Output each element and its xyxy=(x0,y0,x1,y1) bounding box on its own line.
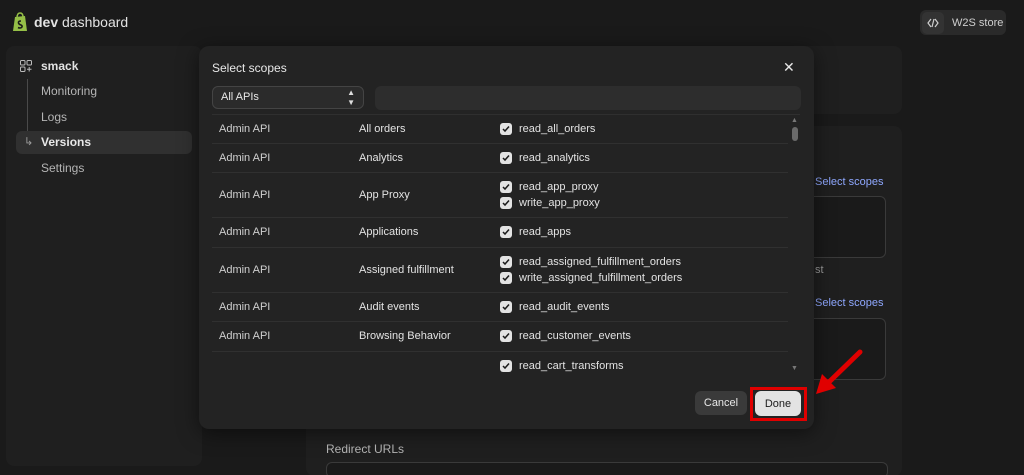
scope-label: read_app_proxy xyxy=(519,181,599,193)
sidebar: smack Monitoring Logs ↳ Versions Setting… xyxy=(6,46,202,466)
scroll-up-icon[interactable]: ▲ xyxy=(791,117,798,124)
scroll-down-icon[interactable]: ▼ xyxy=(791,365,798,372)
select-scopes-link[interactable]: Select scopes xyxy=(815,176,883,188)
api-cell: Admin API xyxy=(219,264,271,276)
done-button[interactable]: Done xyxy=(755,391,801,416)
checkmark-icon xyxy=(500,123,512,135)
scope-label: read_audit_events xyxy=(519,301,610,313)
sidebar-item-logs[interactable]: Logs xyxy=(41,110,67,124)
scope-label: read_cart_transforms xyxy=(519,360,624,372)
scope-checkbox[interactable]: read_all_orders xyxy=(500,123,595,135)
resource-cell: App Proxy xyxy=(359,189,410,201)
sidebar-item-monitoring[interactable]: Monitoring xyxy=(41,84,97,98)
checkmark-icon xyxy=(500,360,512,372)
scopes-list[interactable]: Admin API All orders read_all_orders Adm… xyxy=(212,114,800,376)
resource-cell: Audit events xyxy=(359,301,420,313)
resource-cell: Applications xyxy=(359,226,419,238)
app-title: dev dashboard xyxy=(34,14,129,30)
api-cell: Admin API xyxy=(219,330,271,342)
api-cell: Admin API xyxy=(219,152,271,164)
checkmark-icon xyxy=(500,256,512,268)
table-row: Admin API Applications read_apps xyxy=(212,218,788,248)
api-cell: Admin API xyxy=(219,123,271,135)
sidebar-app[interactable]: smack xyxy=(20,59,78,73)
scrollbar[interactable]: ▲ ▼ xyxy=(789,115,800,376)
api-cell: Admin API xyxy=(219,301,271,313)
resource-cell: Assigned fulfillment xyxy=(359,264,454,276)
branch-arrow-icon: ↳ xyxy=(24,136,34,148)
checkmark-icon xyxy=(500,272,512,284)
table-row: Admin API Audit events read_audit_events xyxy=(212,293,788,322)
scope-label: read_analytics xyxy=(519,152,590,164)
cancel-button[interactable]: Cancel xyxy=(695,391,747,415)
scope-label: write_app_proxy xyxy=(519,197,600,209)
red-arrow-icon xyxy=(816,349,863,394)
resource-cell: All orders xyxy=(359,123,406,135)
table-row: Admin API App Proxy read_app_proxy write… xyxy=(212,173,788,218)
scope-label: read_all_orders xyxy=(519,123,596,135)
table-row: Admin API Assigned fulfillment read_assi… xyxy=(212,248,788,293)
table-row: read_cart_transforms xyxy=(212,352,788,376)
redirect-urls-input[interactable] xyxy=(326,462,888,475)
code-icon xyxy=(922,11,944,34)
scope-checkbox[interactable]: write_assigned_fulfillment_orders xyxy=(500,272,682,284)
api-filter-value: All APIs xyxy=(221,91,259,103)
table-row: Admin API All orders read_all_orders xyxy=(212,115,788,144)
checkmark-icon xyxy=(500,152,512,164)
redirect-urls-label: Redirect URLs xyxy=(326,442,405,456)
checkmark-icon xyxy=(500,197,512,209)
modal-title: Select scopes xyxy=(212,61,287,75)
scope-label: read_assigned_fulfillment_orders xyxy=(519,256,682,268)
select-arrows-icon: ▲ ▼ xyxy=(347,88,355,107)
api-cell: Admin API xyxy=(219,226,271,238)
api-filter-select[interactable]: All APIs ▲ ▼ xyxy=(212,86,364,109)
scope-search-input[interactable] xyxy=(375,86,801,110)
shopify-bag-icon xyxy=(13,12,27,31)
checkmark-icon xyxy=(500,301,512,313)
scrollbar-thumb[interactable] xyxy=(792,127,798,141)
checkmark-icon xyxy=(500,330,512,342)
select-scopes-link[interactable]: Select scopes xyxy=(815,297,883,309)
store-button-label: W2S store xyxy=(952,16,1004,29)
sidebar-item-versions[interactable]: Versions xyxy=(41,135,91,149)
checkmark-icon xyxy=(500,181,512,193)
scope-checkbox[interactable]: write_app_proxy xyxy=(500,197,600,209)
scope-label: write_assigned_fulfillment_orders xyxy=(519,272,683,284)
close-icon[interactable]: ✕ xyxy=(783,60,795,74)
helper-text: st xyxy=(815,264,824,276)
table-row: Admin API Browsing Behavior read_custome… xyxy=(212,322,788,352)
top-bar: dev dashboard W2S store xyxy=(0,0,1024,44)
checkmark-icon xyxy=(500,226,512,238)
scope-checkbox[interactable]: read_apps xyxy=(500,226,571,238)
table-row: Admin API Analytics read_analytics xyxy=(212,144,788,173)
scope-checkbox[interactable]: read_assigned_fulfillment_orders xyxy=(500,256,681,268)
resource-cell: Analytics xyxy=(359,152,404,164)
api-cell: Admin API xyxy=(219,189,271,201)
scope-checkbox[interactable]: read_app_proxy xyxy=(500,181,599,193)
scope-checkbox[interactable]: read_customer_events xyxy=(500,330,631,342)
scopes-textarea[interactable] xyxy=(814,196,886,258)
scope-label: read_apps xyxy=(519,226,571,238)
resource-cell: Browsing Behavior xyxy=(359,330,451,342)
store-button[interactable]: W2S store xyxy=(920,10,1006,35)
scope-label: read_customer_events xyxy=(519,330,631,342)
scope-checkbox[interactable]: read_audit_events xyxy=(500,301,610,313)
apps-icon xyxy=(20,60,32,72)
scope-checkbox[interactable]: read_analytics xyxy=(500,152,590,164)
select-scopes-modal: Select scopes ✕ All APIs ▲ ▼ Admin API Al… xyxy=(199,46,814,429)
sidebar-app-name: smack xyxy=(41,59,79,73)
sidebar-item-settings[interactable]: Settings xyxy=(41,161,84,175)
scope-checkbox[interactable]: read_cart_transforms xyxy=(500,360,624,372)
